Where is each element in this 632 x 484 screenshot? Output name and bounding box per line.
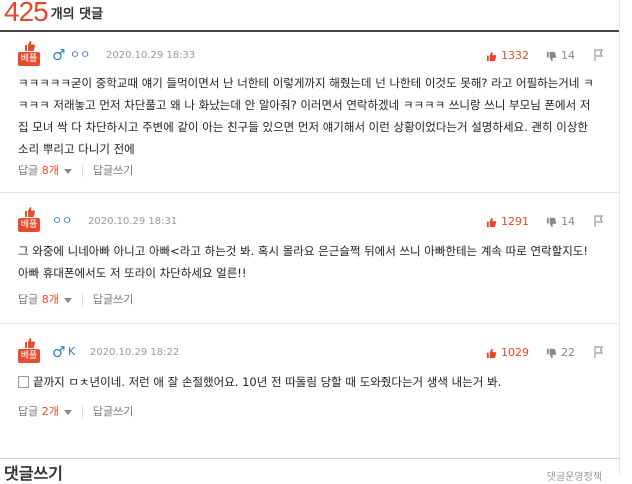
like-button[interactable]: 1332 (486, 50, 529, 62)
comments-section: 425 개의 댓글 베플 ♂ ㅇㅇ 2020.10.29 18:33 1332 … (0, 0, 620, 483)
comment-divider (0, 192, 620, 193)
write-reply-link[interactable]: 답글쓰기 (93, 164, 133, 178)
reply-label: 답글 (18, 405, 39, 418)
dislike-button[interactable]: 14 (546, 50, 575, 62)
dislike-count: 14 (561, 215, 575, 228)
report-icon[interactable] (592, 214, 604, 228)
footer-separator (81, 294, 83, 306)
like-button[interactable]: 1291 (486, 216, 529, 228)
comment-body-row: 끝까지 ㅁㅊ년이네. 저런 애 잘 손절했어요. 10년 전 따돌림 당할 때 … (18, 371, 598, 393)
thumbs-up-icon (486, 51, 497, 61)
best-comment-badge: 베플 (18, 40, 40, 66)
header-divider (0, 30, 620, 32)
best-label: 베플 (18, 218, 40, 232)
best-label: 베플 (18, 349, 40, 363)
comment-nickname[interactable]: ㅇㅇ (70, 49, 90, 61)
comment-body: 그 와중에 니네아빠 아니고 아빠<라고 하는것 봐. 혹시 몰라요 은근슬쩍 … (18, 244, 588, 280)
reply-label: 답글 (18, 164, 39, 177)
write-comment-title: 댓글쓰기 (4, 464, 63, 483)
dislike-count: 14 (561, 49, 575, 62)
write-reply-link[interactable]: 답글쓰기 (93, 293, 133, 307)
thumbs-down-icon (546, 51, 557, 61)
male-gender-icon: ♂ (52, 343, 66, 361)
reply-count: 8개 (41, 164, 59, 177)
like-count: 1291 (501, 215, 529, 228)
male-gender-icon: ♂ (52, 46, 66, 64)
comment-divider (0, 323, 620, 324)
comment-date: 2020.10.29 18:22 (90, 347, 180, 358)
footer-separator (81, 406, 83, 418)
section-divider (0, 458, 620, 459)
thumbs-down-icon (546, 348, 557, 358)
chevron-down-icon (63, 410, 72, 415)
comment-footer: 답글 8개 답글쓰기 (18, 164, 133, 178)
report-icon[interactable] (592, 48, 604, 62)
comment-header: 베플 ㅇㅇ 2020.10.29 18:31 1291 14 (18, 206, 608, 234)
report-icon[interactable] (592, 345, 604, 359)
thumbs-up-icon (25, 41, 36, 51)
reply-toggle[interactable]: 답글 8개 (18, 164, 72, 178)
comment-body: 끝까지 ㅁㅊ년이네. 저런 애 잘 손절했어요. 10년 전 따돌림 당할 때 … (33, 375, 502, 389)
like-count: 1332 (501, 49, 529, 62)
reply-label: 답글 (18, 293, 39, 306)
best-comment-badge: 베플 (18, 206, 40, 232)
dislike-count: 22 (561, 346, 575, 359)
thumbs-up-icon (25, 207, 36, 217)
comment-count-header: 425 개의 댓글 (4, 0, 103, 26)
footer-separator (81, 165, 83, 177)
chevron-down-icon (63, 298, 72, 303)
reply-toggle[interactable]: 답글 2개 (18, 405, 72, 419)
thumbs-up-icon (486, 217, 497, 227)
thumbs-up-icon (486, 348, 497, 358)
best-comment-badge: 베플 (18, 337, 40, 363)
reply-count: 8개 (41, 293, 59, 306)
dislike-button[interactable]: 14 (546, 216, 575, 228)
comment-footer: 답글 2개 답글쓰기 (18, 405, 133, 419)
best-label: 베플 (18, 52, 40, 66)
thumbs-down-icon (546, 217, 557, 227)
comment-date: 2020.10.29 18:31 (88, 216, 178, 227)
comment-footer: 답글 8개 답글쓰기 (18, 293, 133, 307)
like-button[interactable]: 1029 (486, 347, 529, 359)
comment-body: ㅋㅋㅋㅋㅋ굳이 중학교때 얘기 들먹이면서 난 너한테 이렇게까지 해줬는데 넌… (18, 76, 594, 156)
comment-date: 2020.10.29 18:33 (106, 50, 196, 61)
scrollbar[interactable] (619, 0, 632, 476)
dislike-button[interactable]: 22 (546, 347, 575, 359)
like-count: 1029 (501, 346, 529, 359)
reply-toggle[interactable]: 답글 8개 (18, 293, 72, 307)
reply-count: 2개 (41, 405, 59, 418)
comment-nickname[interactable]: ㅇㅇ (52, 215, 72, 227)
comment-nickname[interactable]: K (68, 346, 75, 358)
comment-header: 베플 ♂ ㅇㅇ 2020.10.29 18:33 1332 14 (18, 40, 608, 68)
comment-count-number: 425 (4, 0, 49, 27)
write-reply-link[interactable]: 답글쓰기 (93, 405, 133, 419)
chevron-down-icon (63, 169, 72, 174)
comment-header: 베플 ♂ K 2020.10.29 18:22 1029 22 (18, 337, 608, 365)
comment-count-label: 개의 댓글 (50, 7, 104, 22)
attachment-icon (18, 375, 29, 388)
thumbs-up-icon (25, 338, 36, 348)
